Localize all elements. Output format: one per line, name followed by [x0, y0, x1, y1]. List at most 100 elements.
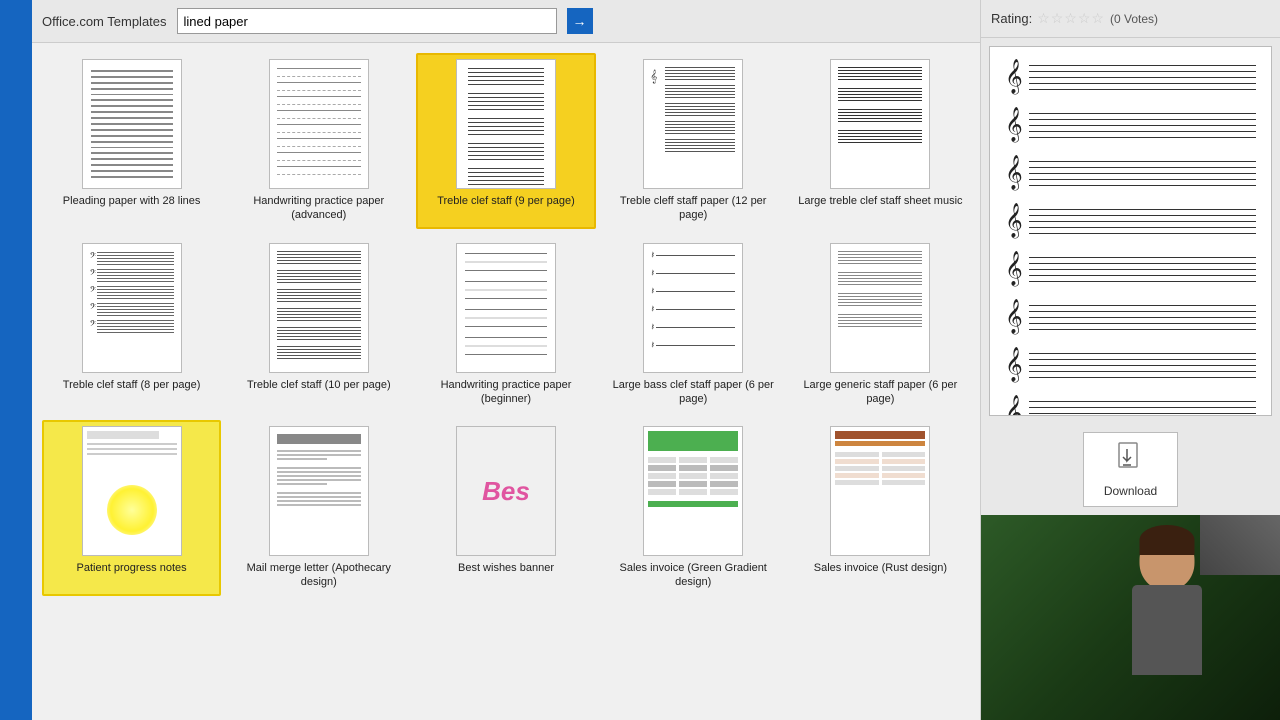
line — [91, 117, 173, 119]
video-section[interactable] — [981, 515, 1280, 720]
line — [91, 94, 173, 96]
highlight-circle — [107, 485, 157, 535]
preview-clef-3: 𝄞 — [1005, 158, 1025, 188]
staff-group-2 — [464, 93, 548, 110]
bass-row-4: 𝄽 — [651, 305, 735, 315]
template-thumb-handwriting-beginner — [456, 243, 556, 373]
large-staff-4 — [838, 130, 922, 143]
template-thumb-pleading — [82, 59, 182, 189]
template-thumb-mail-merge — [269, 426, 369, 556]
template-large-treble[interactable]: Large treble clef staff sheet music — [791, 53, 970, 229]
template-treble-12[interactable]: 𝄞 — [604, 53, 783, 229]
template-treble-8[interactable]: 𝄢 𝄢 — [42, 237, 221, 413]
bass-clef-symbol-1: 𝄽 — [651, 251, 654, 261]
template-thumb-generic-staff — [830, 243, 930, 373]
line — [91, 70, 173, 72]
template-thumb-invoice-rust — [830, 426, 930, 556]
template-thumb-treble-10 — [269, 243, 369, 373]
bass-clef-symbol-6: 𝄽 — [651, 341, 654, 351]
preview-lines-7 — [1029, 353, 1256, 378]
invoice-rust-subheader — [835, 441, 925, 446]
template-invoice-green[interactable]: Sales invoice (Green Gradient design) — [604, 420, 783, 596]
search-arrow-icon: → — [573, 13, 587, 29]
video-background — [981, 515, 1280, 720]
line — [91, 88, 173, 90]
preview-lines-5 — [1029, 257, 1256, 282]
bass-row-1: 𝄽 — [651, 251, 735, 261]
template-pleading-paper[interactable]: Pleading paper with 28 lines — [42, 53, 221, 229]
template-label-treble-8: Treble clef staff (8 per page) — [63, 378, 201, 392]
line — [91, 141, 173, 143]
header-bar: Office.com Templates → — [32, 0, 980, 43]
preview-clef-8: 𝄞 — [1005, 398, 1025, 416]
template-handwriting-advanced[interactable]: Handwriting practice paper (advanced) — [229, 53, 408, 229]
template-thumb-treble-8: 𝄢 𝄢 — [82, 243, 182, 373]
bass-clef-symbol-3: 𝄽 — [651, 287, 654, 297]
generic-group-3 — [838, 293, 922, 306]
generic-group-1 — [838, 251, 922, 264]
preview-clef-6: 𝄞 — [1005, 302, 1025, 332]
search-button[interactable]: → — [567, 8, 593, 34]
rating-votes: (0 Votes) — [1110, 12, 1158, 26]
staff-group-4 — [464, 143, 548, 160]
template-handwriting-beginner[interactable]: Handwriting practice paper (beginner) — [416, 237, 595, 413]
template-best-wishes[interactable]: Bes Best wishes banner — [416, 420, 595, 596]
staff-group-3 — [464, 118, 548, 135]
template-label-treble-12: Treble cleff staff paper (12 per page) — [610, 194, 777, 223]
template-bass-clef[interactable]: 𝄽 𝄽 𝄽 𝄽 — [604, 237, 783, 413]
rating-stars[interactable]: ☆☆☆☆☆ — [1037, 10, 1105, 27]
pip-preview — [1200, 515, 1280, 575]
download-section: Download — [981, 424, 1280, 515]
search-input[interactable] — [177, 8, 557, 34]
line — [91, 170, 173, 172]
preview-staff-row-2: 𝄞 — [1005, 110, 1256, 140]
line — [91, 152, 173, 154]
bass-row-3: 𝄽 — [651, 287, 735, 297]
preview-staff-row-4: 𝄞 — [1005, 206, 1256, 236]
template-label-bass-clef: Large bass clef staff paper (6 per page) — [610, 378, 777, 407]
left-accent — [0, 0, 32, 720]
template-label-mail-merge: Mail merge letter (Apothecary design) — [235, 561, 402, 590]
template-treble-9[interactable]: Treble clef staff (9 per page) — [416, 53, 595, 229]
preview-staff-row-7: 𝄞 — [1005, 350, 1256, 380]
template-thumb-bass-clef: 𝄽 𝄽 𝄽 𝄽 — [643, 243, 743, 373]
preview-section: 𝄞 𝄞 𝄞 — [989, 46, 1272, 416]
best-wishes-text: Bes — [482, 476, 530, 507]
large-staff-3 — [838, 109, 922, 122]
template-thumb-patient — [82, 426, 182, 556]
generic-group-4 — [838, 314, 922, 327]
line — [91, 147, 173, 149]
template-generic-staff[interactable]: Large generic staff paper (6 per page) — [791, 237, 970, 413]
rating-label: Rating: ☆☆☆☆☆ (0 Votes) — [991, 10, 1270, 27]
preview-clef-7: 𝄞 — [1005, 350, 1025, 380]
invoice-rust-header — [835, 431, 925, 439]
template-label-invoice-rust: Sales invoice (Rust design) — [814, 561, 947, 575]
line — [91, 76, 173, 78]
preview-clef-4: 𝄞 — [1005, 206, 1025, 236]
template-invoice-rust[interactable]: Sales invoice (Rust design) — [791, 420, 970, 596]
template-patient-progress[interactable]: Patient progress notes — [42, 420, 221, 596]
left-accent-tab — [0, 140, 32, 190]
template-label-best-wishes: Best wishes banner — [458, 561, 554, 575]
mail-header-bar — [277, 434, 361, 444]
download-button[interactable]: Download — [1083, 432, 1178, 507]
template-label-patient: Patient progress notes — [77, 561, 187, 575]
template-label-handwriting-beginner: Handwriting practice paper (beginner) — [422, 378, 589, 407]
preview-clef-2: 𝄞 — [1005, 110, 1025, 140]
preview-lines-3 — [1029, 161, 1256, 186]
preview-staff-row-8: 𝄞 — [1005, 398, 1256, 416]
line — [91, 164, 173, 166]
preview-lines-4 — [1029, 209, 1256, 234]
line — [91, 105, 173, 107]
template-label-treble-9: Treble clef staff (9 per page) — [437, 194, 575, 208]
rating-section: Rating: ☆☆☆☆☆ (0 Votes) — [981, 0, 1280, 38]
invoice-green-header — [648, 431, 738, 451]
bass-row-5: 𝄽 — [651, 323, 735, 333]
template-thumb-invoice-green — [643, 426, 743, 556]
template-mail-merge[interactable]: Mail merge letter (Apothecary design) — [229, 420, 408, 596]
template-treble-10[interactable]: Treble clef staff (10 per page) — [229, 237, 408, 413]
template-label-treble-10: Treble clef staff (10 per page) — [247, 378, 391, 392]
line — [91, 111, 173, 113]
header-title: Office.com Templates — [42, 14, 167, 29]
line — [91, 158, 173, 160]
